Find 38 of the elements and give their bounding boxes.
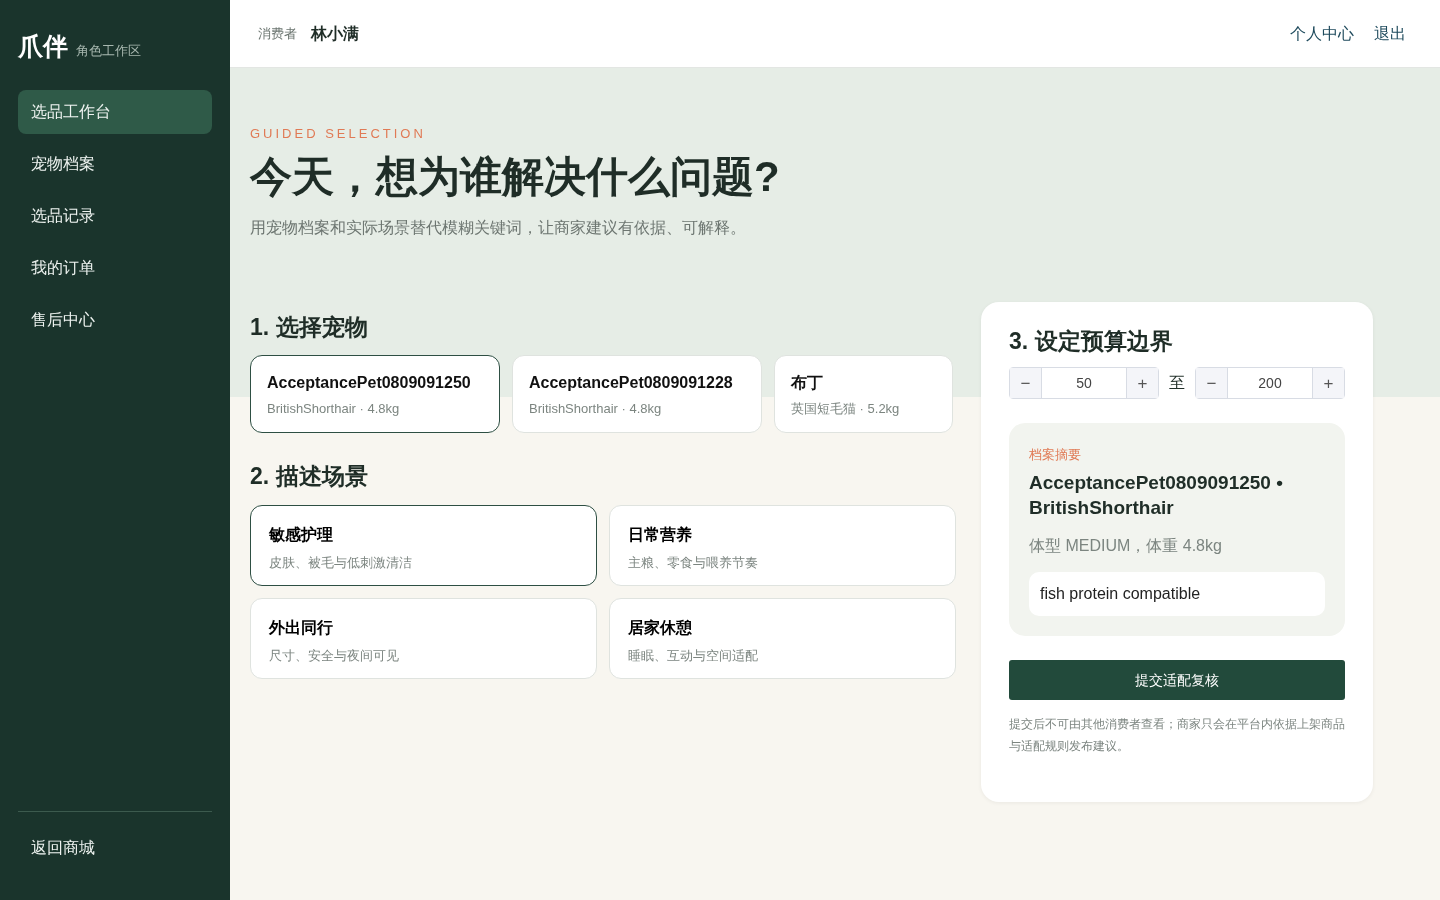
- budget-stepper[interactable]: − 200 +: [1195, 367, 1345, 400]
- summary-detail: 体型 MEDIUM，体重 4.8kg: [1029, 536, 1223, 557]
- pet-card[interactable]: 布丁 英国短毛猫 · 5.2kg: [774, 355, 953, 433]
- logo: 爪伴: [18, 31, 68, 62]
- scene-card[interactable]: 日常营养 主粮、零食与喂养节奏: [609, 504, 956, 586]
- summary-label: 档案摘要: [1029, 446, 1082, 465]
- user-name: 林小满: [311, 23, 359, 44]
- increment-button[interactable]: +: [1313, 368, 1344, 399]
- submit-button[interactable]: 提交适配复核: [1009, 660, 1345, 701]
- sidebar-item[interactable]: 宠物档案: [18, 141, 212, 186]
- increment-button[interactable]: +: [1127, 368, 1158, 399]
- hero-subtitle: 用宠物档案和实际场景替代模糊关键词，让商家建议有依据、可解释。: [250, 217, 747, 238]
- sidebar-item[interactable]: 选品记录: [18, 193, 212, 238]
- role-label: 消费者: [258, 24, 297, 43]
- summary-title: AcceptancePet0809091250 • BritishShorthair: [1029, 471, 1284, 520]
- back-to-shop-link[interactable]: 返回商城: [18, 826, 212, 870]
- budget-stepper[interactable]: − 50 +: [1009, 367, 1159, 400]
- sidebar-item[interactable]: 选品工作台: [18, 89, 212, 134]
- header-link[interactable]: 个人中心: [1290, 24, 1354, 42]
- sidebar-item[interactable]: 我的订单: [18, 245, 212, 290]
- note-field[interactable]: fish protein compatible: [1029, 572, 1325, 617]
- submit-notice: 提交后不可由其他消费者查看；商家只会在平台内依据上架商品与适配规则发布建议。: [1009, 716, 1345, 755]
- scene-card[interactable]: 敏感护理 皮肤、被毛与低刺激清洁: [250, 504, 597, 586]
- scene-card[interactable]: 居家休憩 睡眠、互动与空间适配: [609, 597, 956, 679]
- workspace-label: 角色工作区: [76, 42, 141, 60]
- decrement-button[interactable]: −: [1010, 368, 1041, 399]
- scene-card[interactable]: 外出同行 尺寸、安全与夜间可见: [250, 597, 597, 679]
- eyebrow-label: GUIDED SELECTION: [250, 125, 427, 143]
- header-link[interactable]: 退出: [1374, 24, 1406, 42]
- section-heading: 2. 描述场景: [250, 463, 369, 491]
- section-heading: 1. 选择宠物: [250, 313, 369, 342]
- hero-title: 今天，想为谁解决什么问题?: [250, 151, 781, 202]
- decrement-button[interactable]: −: [1196, 368, 1227, 399]
- section-heading: 3. 设定预算边界: [1009, 327, 1174, 356]
- sidebar-item[interactable]: 售后中心: [18, 297, 212, 342]
- pet-card[interactable]: AcceptancePet0809091228 BritishShorthair · 4.8kg: [512, 355, 762, 433]
- range-separator: 至: [1169, 373, 1185, 394]
- pet-card[interactable]: AcceptancePet0809091250 BritishShorthair · 4.8kg: [250, 355, 500, 433]
